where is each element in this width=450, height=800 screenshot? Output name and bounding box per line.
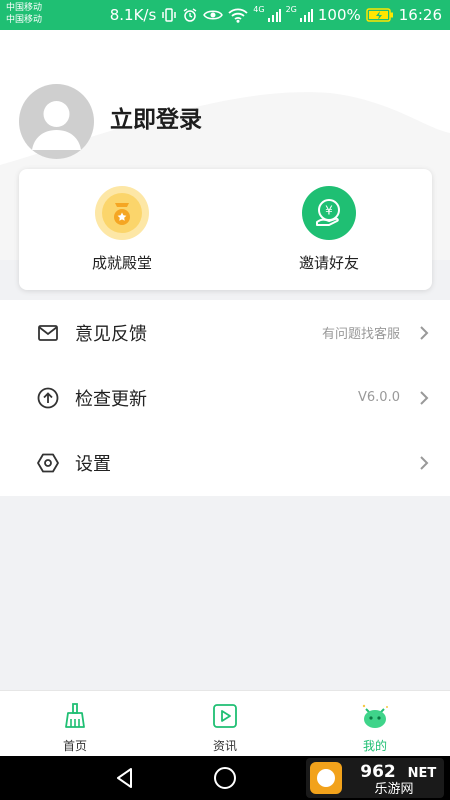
login-link[interactable]: 立即登录: [110, 100, 202, 134]
alarm-icon: [183, 8, 197, 22]
menu-item-feedback[interactable]: 意见反馈 有问题找客服: [0, 300, 450, 365]
clock-time: 16:26: [398, 6, 442, 24]
tab-news-label: 资讯: [212, 739, 237, 753]
chevron-right-icon: [420, 455, 429, 470]
broom-icon: [65, 703, 85, 728]
signal-icon: [267, 9, 281, 22]
invite-friends-button[interactable]: ¥ 邀请好友: [226, 169, 432, 290]
upload-arrow-icon: [37, 387, 59, 408]
svg-text:¥: ¥: [325, 204, 333, 218]
eye-icon: [203, 10, 224, 20]
tab-home[interactable]: 首页: [0, 691, 150, 757]
battery-charging-icon: [366, 8, 393, 22]
status-bar: 中国移动 中国移动 8.1K/s 4G 2G 100% 16:26: [0, 0, 450, 30]
back-icon[interactable]: [111, 764, 139, 792]
play-square-icon: [213, 704, 237, 728]
watermark-number: 962: [360, 762, 396, 782]
user-icon: [32, 101, 81, 150]
network-type-1: 4G: [253, 4, 265, 14]
tab-news[interactable]: 资讯: [150, 691, 300, 757]
tab-mine[interactable]: 我的: [300, 691, 450, 757]
battery-percent: 100%: [317, 6, 361, 24]
yen-hand-icon: ¥: [302, 186, 356, 240]
settings-label: 设置: [75, 453, 111, 475]
feedback-label: 意见反馈: [75, 323, 147, 345]
menu-item-settings[interactable]: 设置: [0, 430, 450, 495]
medal-icon: [95, 186, 149, 240]
bottom-tab-bar: 首页 资讯 我的: [0, 690, 450, 756]
hexagon-settings-icon: [37, 453, 59, 472]
home-circle-icon[interactable]: [211, 764, 239, 792]
feedback-hint: 有问题找客服: [321, 327, 400, 342]
site-watermark-logo: 962 NET 乐游网: [306, 758, 444, 798]
tab-mine-label: 我的: [362, 739, 387, 753]
chevron-right-icon: [420, 325, 429, 340]
wifi-icon: [228, 8, 248, 23]
watermark-name: 乐游网: [374, 782, 413, 797]
check-update-label: 检查更新: [75, 388, 147, 410]
carrier-label-1: 中国移动: [6, 3, 43, 13]
avatar[interactable]: [19, 84, 94, 159]
carrier-label-2: 中国移动: [6, 15, 43, 25]
tab-home-label: 首页: [62, 739, 87, 753]
network-type-2: 2G: [285, 4, 297, 14]
net-speed: 8.1K/s: [109, 6, 157, 24]
mail-icon: [38, 324, 58, 341]
invite-friends-label: 邀请好友: [298, 254, 359, 272]
status-indicators: 8.1K/s 4G 2G 100% 16:26: [110, 0, 442, 30]
achievement-hall-label: 成就殿堂: [91, 254, 152, 272]
watermark-tld: NET: [408, 766, 437, 781]
menu-item-check-update[interactable]: 检查更新 V6.0.0: [0, 365, 450, 430]
settings-menu: 意见反馈 有问题找客服 检查更新 V6.0.0 设置: [0, 300, 450, 496]
chevron-right-icon: [420, 390, 429, 405]
achievement-hall-button[interactable]: 成就殿堂: [19, 169, 225, 290]
monster-face-icon: [362, 704, 388, 728]
system-nav-bar: 962 NET 乐游网: [0, 756, 450, 800]
signal-icon: [299, 9, 313, 22]
quick-actions-card: 成就殿堂 ¥ 邀请好友: [19, 169, 432, 290]
version-text: V6.0.0: [358, 390, 400, 405]
vibrate-icon: [162, 8, 177, 22]
